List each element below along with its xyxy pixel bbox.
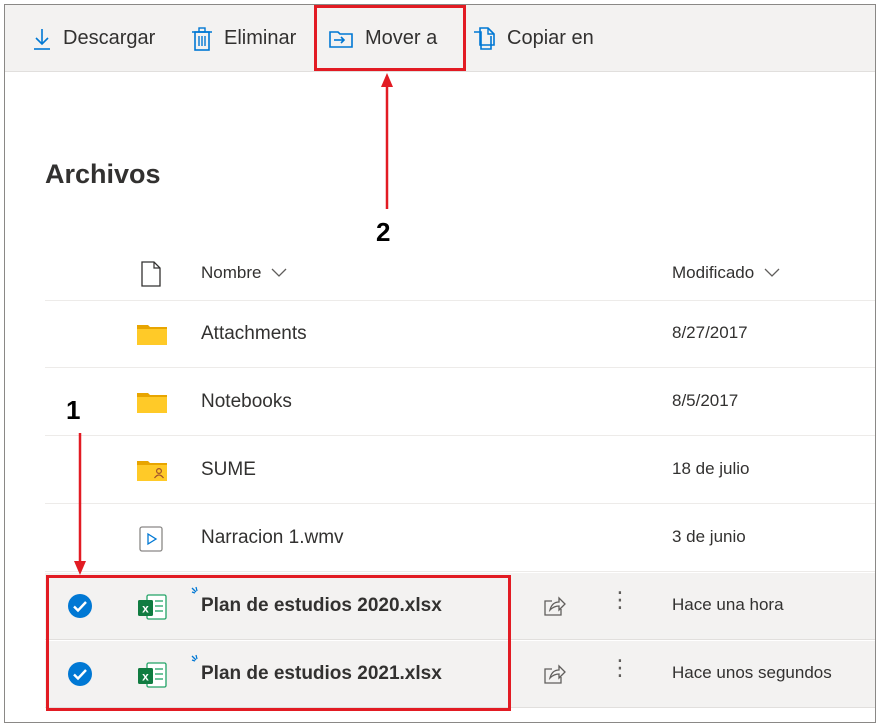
chevron-down-icon	[764, 268, 780, 277]
file-row[interactable]: SUME 18 de julio	[45, 437, 875, 504]
share-icon[interactable]	[543, 663, 567, 685]
file-row[interactable]: Narracion 1.wmv 3 de junio	[45, 505, 875, 572]
page-title: Archivos	[45, 159, 161, 189]
move-to-highlight-box	[314, 5, 466, 71]
file-row[interactable]: Notebooks 8/5/2017	[45, 369, 875, 436]
column-header-name[interactable]: Nombre	[201, 263, 287, 283]
file-modified: 8/27/2017	[672, 323, 748, 342]
folder-icon	[137, 393, 167, 413]
shared-folder-icon	[137, 461, 167, 481]
annotation-arrow-1	[74, 433, 86, 575]
download-button[interactable]: Descargar	[33, 5, 155, 72]
annotation-arrow-2	[381, 73, 393, 209]
delete-button[interactable]: Eliminar	[192, 5, 296, 72]
copy-to-button[interactable]: Copiar en	[473, 5, 594, 72]
column-header-modified[interactable]: Modificado	[672, 263, 780, 283]
file-name[interactable]: Attachments	[201, 323, 307, 345]
onedrive-window: Descargar Eliminar Mover a Copiar en 2 A…	[4, 4, 876, 723]
column-header-modified-label: Modificado	[672, 263, 755, 282]
copy-icon	[474, 26, 495, 50]
annotation-label-2: 2	[376, 217, 391, 247]
file-type-icon	[141, 261, 161, 287]
file-modified: Hace una hora	[672, 595, 784, 614]
file-modified: Hace unos segundos	[672, 663, 832, 682]
video-icon	[139, 526, 163, 552]
column-header-row: Nombre Modificado	[45, 245, 875, 301]
file-name[interactable]: Narracion 1.wmv	[201, 527, 344, 549]
copy-to-label: Copiar en	[507, 27, 594, 49]
file-name[interactable]: SUME	[201, 459, 256, 481]
file-name[interactable]: Notebooks	[201, 391, 292, 413]
folder-icon	[137, 325, 167, 345]
more-icon[interactable]: ⋮	[609, 657, 631, 679]
file-row[interactable]: Attachments 8/27/2017	[45, 301, 875, 368]
chevron-down-icon	[272, 268, 287, 277]
download-label: Descargar	[63, 27, 156, 49]
selected-files-highlight-box	[46, 575, 511, 711]
delete-label: Eliminar	[224, 27, 297, 49]
file-modified: 8/5/2017	[672, 391, 739, 410]
annotation-label-1: 1	[66, 395, 81, 425]
file-modified: 18 de julio	[672, 459, 750, 478]
column-header-name-label: Nombre	[201, 263, 262, 282]
file-modified: 3 de junio	[672, 527, 746, 546]
more-icon[interactable]: ⋮	[609, 589, 631, 611]
trash-icon	[192, 26, 212, 51]
download-icon	[34, 28, 50, 50]
share-icon[interactable]	[543, 595, 567, 617]
